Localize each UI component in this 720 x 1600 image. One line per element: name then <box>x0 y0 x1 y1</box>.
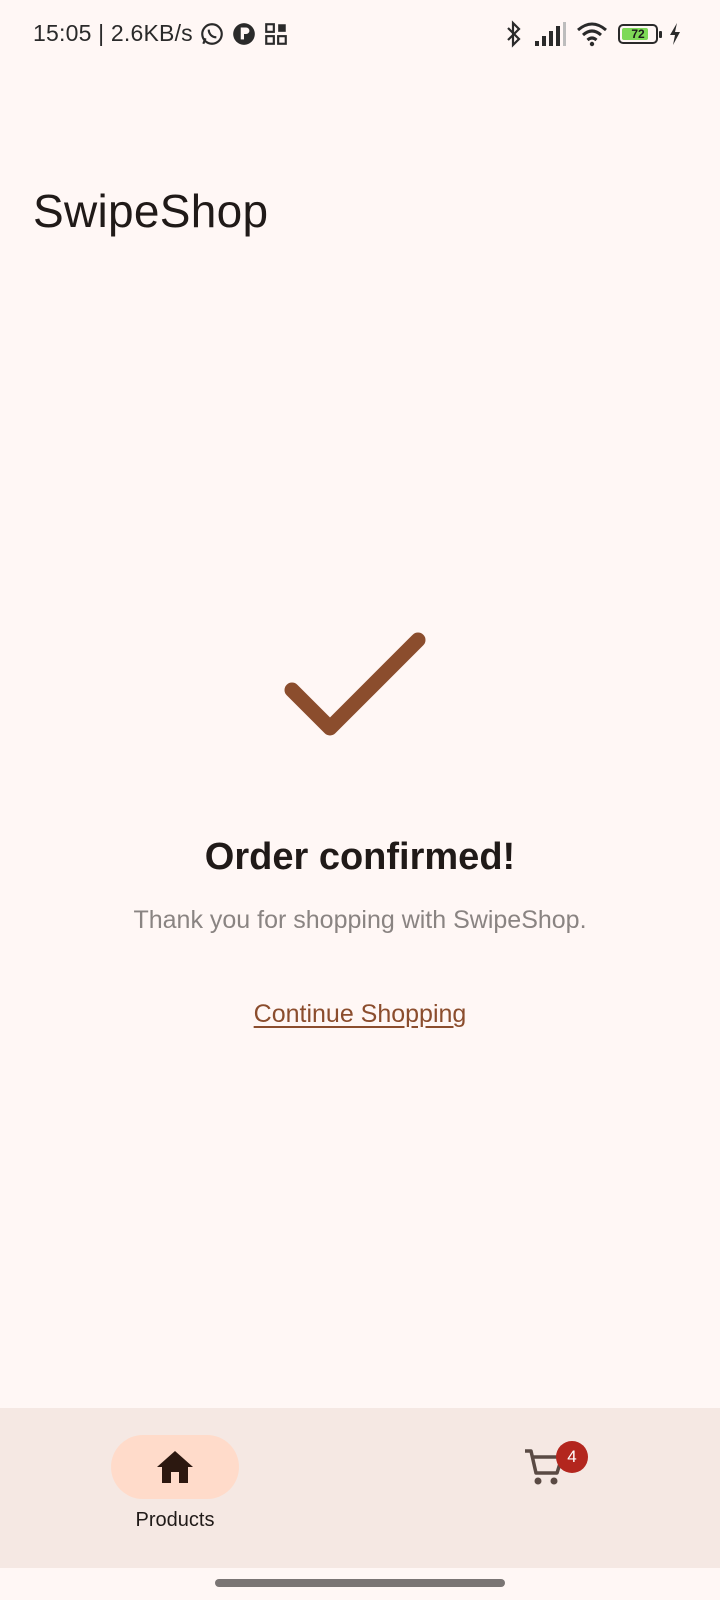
nav-active-indicator <box>111 1435 239 1499</box>
nav-label-products: Products <box>135 1509 215 1531</box>
whatsapp-icon <box>201 22 223 45</box>
signal-icon <box>535 22 566 46</box>
thank-you-message: Thank you for shopping with SwipeShop. <box>133 906 587 934</box>
cart-icon-wrap: 4 <box>480 1435 608 1499</box>
battery-level: 72 <box>631 27 645 41</box>
charging-icon <box>670 23 680 45</box>
bluetooth-icon <box>507 20 521 48</box>
status-right: 72 <box>504 20 682 48</box>
bottom-navigation: Products 4 <box>0 1408 720 1568</box>
continue-shopping-button[interactable]: Continue Shopping <box>0 1000 720 1029</box>
nav-item-products[interactable]: Products <box>107 1408 243 1568</box>
cart-count-badge: 4 <box>556 1441 588 1473</box>
status-left: 15:05 | 2.6KB/s <box>33 20 289 47</box>
battery-icon: 72 <box>618 24 662 44</box>
app-title: SwipeShop <box>33 185 269 237</box>
home-icon <box>157 1451 193 1483</box>
app-notification-icon <box>233 22 255 45</box>
wifi-icon <box>577 22 607 47</box>
nav-item-cart[interactable]: 4 <box>480 1408 608 1568</box>
grid-app-icon <box>265 22 287 45</box>
checkmark-icon <box>284 632 426 736</box>
status-bar: 15:05 | 2.6KB/s 72 <box>0 0 720 70</box>
order-confirmed-heading: Order confirmed! <box>204 836 516 878</box>
status-time-speed: 15:05 | 2.6KB/s <box>33 20 193 46</box>
home-indicator[interactable] <box>215 1579 505 1587</box>
